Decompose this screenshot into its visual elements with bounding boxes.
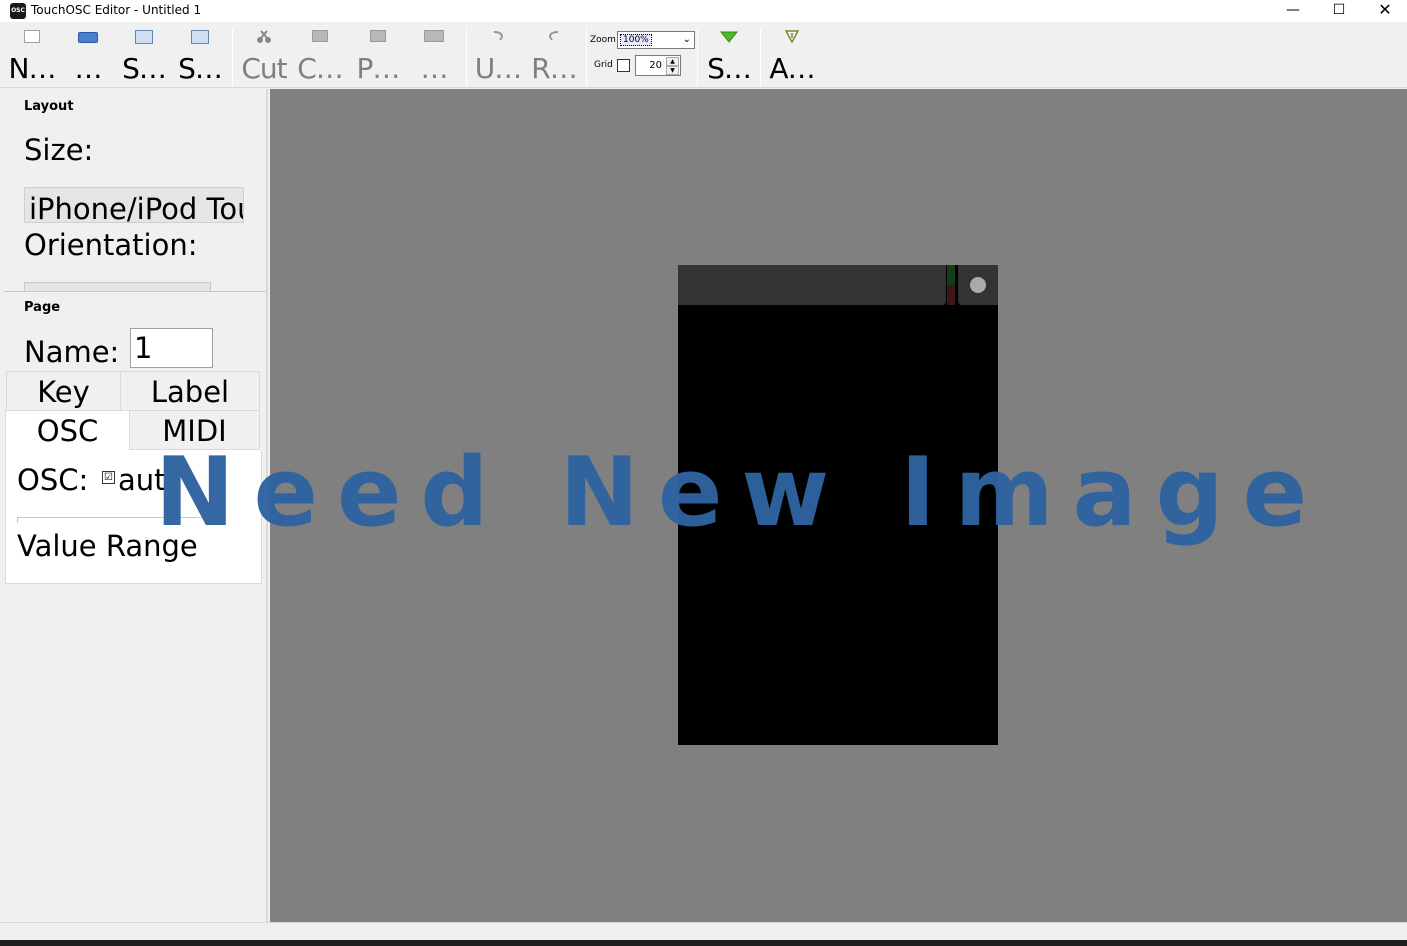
copy-button[interactable]: C…	[292, 22, 348, 88]
delete-button[interactable]: …	[406, 22, 462, 88]
undo-button-label: U…	[474, 52, 523, 85]
tab-osc[interactable]: OSC	[5, 410, 130, 450]
need-new-image-overlay: Need New Image	[155, 438, 1327, 548]
redo-icon	[548, 31, 559, 41]
app-icon: OSC	[10, 3, 26, 19]
copy-button-label: C…	[297, 52, 344, 85]
sync-button[interactable]: S…	[701, 22, 757, 88]
osc-label: OSC:	[17, 463, 89, 497]
new-button[interactable]: N…	[4, 22, 60, 88]
zoom-value: 100%	[620, 34, 652, 46]
undo-icon	[493, 31, 504, 41]
new-document-icon	[24, 30, 40, 43]
grid-checkbox[interactable]	[617, 59, 630, 72]
cut-button-label: Cut	[241, 52, 287, 85]
tab-label[interactable]: Label	[120, 371, 260, 411]
title-bar: OSC TouchOSC Editor - Untitled 1 — ☐ ✕	[0, 0, 1407, 22]
page-section-title: Page	[24, 300, 61, 315]
redo-button[interactable]: R…	[526, 22, 582, 88]
save-as-button[interactable]: S…	[172, 22, 228, 88]
save-as-button-label: S…	[178, 52, 223, 85]
page-indicator-green	[947, 265, 955, 285]
page-indicator-red	[947, 285, 955, 305]
page-dot-button[interactable]	[958, 265, 998, 305]
toolbar-separator	[232, 28, 233, 86]
size-value: iPhone/iPod Tou	[29, 192, 244, 223]
window-title: TouchOSC Editor - Untitled 1	[31, 3, 202, 17]
zoom-select[interactable]: 100% ⌄	[617, 31, 695, 49]
redo-button-label: R…	[531, 52, 577, 85]
main-toolbar: N… … S… S… Cut C… P… … U… R… Zoom 100% ⌄…	[0, 22, 1407, 88]
toolbar-separator	[586, 28, 587, 86]
minimize-button[interactable]: —	[1270, 0, 1316, 22]
about-button[interactable]: A…	[764, 22, 820, 88]
save-icon	[135, 30, 153, 44]
folder-icon	[78, 32, 98, 43]
osc-auto-checkbox[interactable]: ☑	[102, 471, 115, 484]
grid-size-value: 20	[649, 60, 662, 71]
new-button-label: N…	[8, 52, 57, 85]
layout-section-title: Layout	[24, 99, 74, 114]
tab-key[interactable]: Key	[6, 371, 121, 411]
delete-icon	[424, 30, 444, 42]
paste-button[interactable]: P…	[350, 22, 406, 88]
copy-icon	[312, 30, 328, 42]
undo-button[interactable]: U…	[470, 22, 526, 88]
save-as-icon	[191, 30, 209, 44]
open-button[interactable]: …	[60, 22, 116, 88]
toolbar-separator	[466, 28, 467, 86]
paste-button-label: P…	[356, 52, 401, 85]
size-label: Size:	[24, 133, 94, 167]
sync-arrow-icon	[720, 31, 738, 43]
page-name-input[interactable]: 1	[130, 328, 213, 368]
about-icon	[784, 30, 800, 44]
cut-button[interactable]: Cut	[238, 22, 290, 88]
delete-button-label: …	[420, 52, 449, 85]
spin-up-icon[interactable]: ▲	[666, 57, 679, 66]
maximize-button[interactable]: ☐	[1316, 0, 1362, 22]
name-label: Name:	[24, 335, 120, 369]
panel-divider	[4, 291, 266, 292]
grid-size-input[interactable]: 20 ▲ ▼	[635, 55, 681, 76]
touchosc-editor-window: OSC TouchOSC Editor - Untitled 1 — ☐ ✕ N…	[0, 0, 1407, 946]
scissors-icon	[257, 30, 271, 43]
close-button[interactable]: ✕	[1362, 0, 1407, 22]
dot-icon	[970, 277, 986, 293]
spin-down-icon[interactable]: ▼	[666, 66, 679, 75]
page-tab-bar[interactable]	[678, 265, 946, 305]
chevron-down-icon: ⌄	[682, 34, 691, 45]
sync-button-label: S…	[707, 52, 752, 85]
size-select[interactable]: iPhone/iPod Tou	[24, 187, 244, 223]
about-button-label: A…	[769, 52, 815, 85]
save-button[interactable]: S…	[116, 22, 172, 88]
zoom-label: Zoom	[590, 35, 616, 45]
toolbar-separator	[760, 28, 761, 86]
open-button-label: …	[74, 52, 103, 85]
taskbar-strip	[0, 940, 1407, 946]
save-button-label: S…	[122, 52, 167, 85]
paste-icon	[370, 30, 386, 42]
orientation-label: Orientation:	[24, 228, 198, 262]
toolbar-separator	[697, 28, 698, 86]
grid-label: Grid	[594, 60, 613, 70]
